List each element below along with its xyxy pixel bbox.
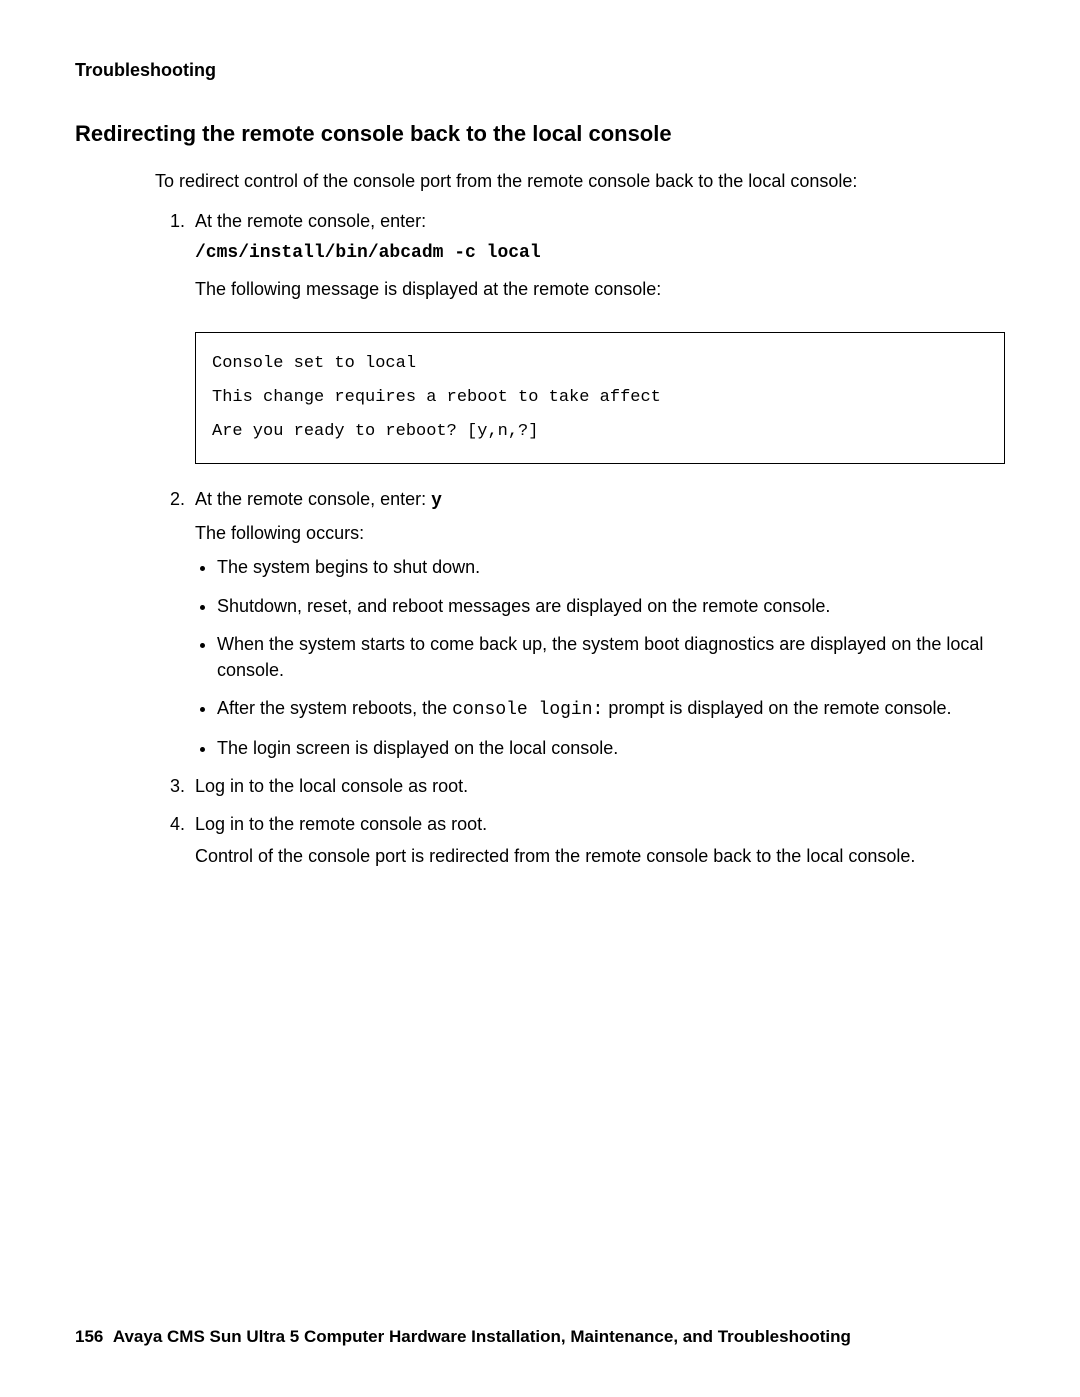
step-text: At the remote console, enter: — [195, 211, 426, 231]
step-number: 2. — [170, 486, 185, 512]
step-text: Log in to the local console as root. — [195, 776, 468, 796]
bullet-list: The system begins to shut down. Shutdown… — [217, 554, 1005, 761]
bullet-item: After the system reboots, the console lo… — [217, 695, 1005, 723]
step-text: The following message is displayed at th… — [195, 276, 1005, 302]
step-2: 2. At the remote console, enter: y The f… — [170, 486, 1005, 761]
console-line: Are you ready to reboot? [y,n,?] — [212, 415, 988, 449]
bullet-text: prompt is displayed on the remote consol… — [603, 698, 951, 718]
step-text: Control of the console port is redirecte… — [195, 843, 1005, 869]
page-number: 156 — [75, 1327, 103, 1346]
command-inline: y — [431, 491, 442, 511]
intro-text: To redirect control of the console port … — [155, 171, 1005, 192]
step-text: The following occurs: — [195, 520, 1005, 546]
step-number: 3. — [170, 773, 185, 799]
bullet-text: After the system reboots, the — [217, 698, 452, 718]
console-line: Console set to local — [212, 347, 988, 381]
step-text: At the remote console, enter: — [195, 489, 431, 509]
running-header: Troubleshooting — [75, 60, 1005, 81]
page-footer: 156 Avaya CMS Sun Ultra 5 Computer Hardw… — [75, 1327, 851, 1347]
step-number: 4. — [170, 811, 185, 837]
step-1: 1. At the remote console, enter: /cms/in… — [170, 208, 1005, 464]
console-output-box: Console set to local This change require… — [195, 332, 1005, 464]
bullet-item: The system begins to shut down. — [217, 554, 1005, 580]
document-page: Troubleshooting Redirecting the remote c… — [0, 0, 1080, 1397]
bullet-item: Shutdown, reset, and reboot messages are… — [217, 593, 1005, 619]
section-title: Redirecting the remote console back to t… — [75, 121, 1005, 147]
bullet-item: The login screen is displayed on the loc… — [217, 735, 1005, 761]
bullet-item: When the system starts to come back up, … — [217, 631, 1005, 683]
command-inline: console login: — [452, 700, 603, 720]
footer-title: Avaya CMS Sun Ultra 5 Computer Hardware … — [113, 1327, 851, 1346]
console-line: This change requires a reboot to take af… — [212, 381, 988, 415]
step-text: Log in to the remote console as root. — [195, 814, 487, 834]
step-number: 1. — [170, 208, 185, 234]
step-list: 1. At the remote console, enter: /cms/in… — [170, 208, 1005, 869]
step-3: 3. Log in to the local console as root. — [170, 773, 1005, 799]
command-text: /cms/install/bin/abcadm -c local — [195, 240, 1005, 266]
step-4: 4. Log in to the remote console as root.… — [170, 811, 1005, 869]
